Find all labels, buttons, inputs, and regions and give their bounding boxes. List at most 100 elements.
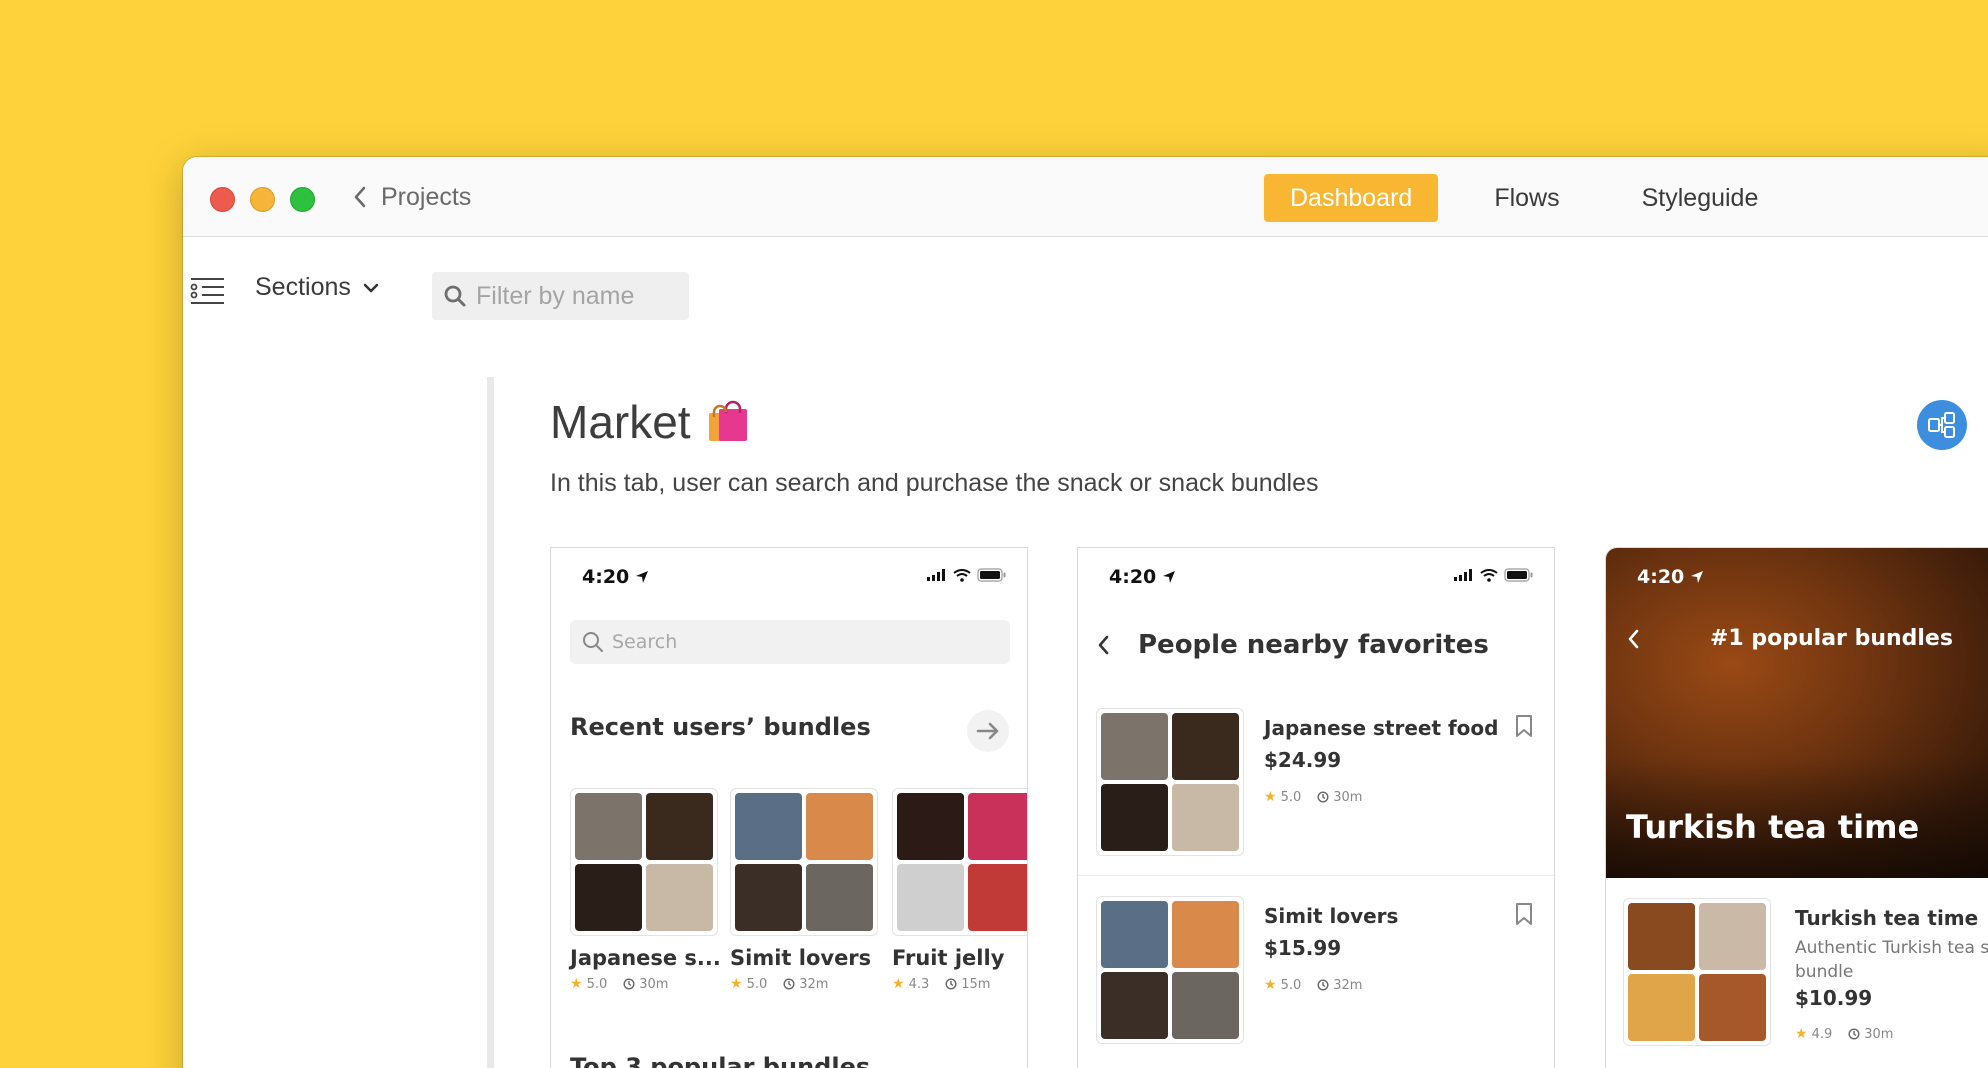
- filter-box: [432, 272, 689, 320]
- screen-search-input[interactable]: [612, 631, 992, 653]
- food-photo: [1628, 974, 1695, 1041]
- bundle-detail-row[interactable]: Turkish tea time Authentic Turkish tea s…: [1623, 898, 1988, 1048]
- location-arrow-icon: [1163, 571, 1176, 583]
- favorite-bundle-row[interactable]: Simit lovers $15.99 ★ 5.0 32m: [1096, 896, 1536, 1046]
- bundle-meta: ★ 5.0 32m: [1264, 977, 1362, 993]
- star-icon: ★: [1264, 789, 1277, 805]
- sections-dropdown[interactable]: Sections: [255, 273, 379, 302]
- food-photo: [735, 793, 802, 860]
- bundle-meta: ★ 5.0 30m: [1264, 789, 1362, 805]
- food-photo: [1172, 713, 1239, 780]
- food-photo: [1628, 903, 1695, 970]
- bundle-meta: ★ 4.9 30m: [1795, 1026, 1893, 1042]
- food-photo: [1101, 901, 1168, 968]
- hero-image: 4:20 #1 popular bundles Turkish tea time: [1606, 548, 1988, 878]
- back-label: Projects: [381, 182, 472, 211]
- status-time-text: 4:20: [1637, 566, 1685, 588]
- minimize-window-button[interactable]: [250, 187, 275, 212]
- hero-title: Turkish tea time: [1626, 808, 1920, 846]
- view-tabs: Dashboard Flows Styleguide: [1264, 174, 1784, 222]
- outline-list-icon[interactable]: [190, 276, 226, 306]
- bundle-thumbnail-grid: [1096, 896, 1244, 1044]
- arrow-right-icon: [976, 722, 999, 740]
- bundle-card[interactable]: Simit lovers ★ 5.0 32m: [730, 788, 880, 992]
- food-photo: [968, 864, 1027, 931]
- bundle-card[interactable]: Fruit jelly ★ 4.3 15m: [892, 788, 1027, 992]
- bundle-name: Japanese street food: [1264, 716, 1499, 740]
- timer-icon: [945, 978, 957, 990]
- screen-market-search[interactable]: 4:20 Recent users’ bundles Japanese s...: [550, 547, 1028, 1068]
- screen-popular-bundle-detail[interactable]: 4:20 #1 popular bundles Turkish tea time…: [1605, 547, 1988, 1068]
- food-photo: [575, 793, 642, 860]
- popular-bundles-heading: Top 3 popular bundles: [570, 1053, 871, 1068]
- food-photo: [575, 864, 642, 931]
- filter-input[interactable]: [476, 281, 666, 311]
- search-icon: [444, 285, 466, 307]
- screen-title: #1 popular bundles: [1710, 626, 1953, 651]
- status-time: 4:20: [1109, 566, 1176, 588]
- status-time-text: 4:20: [582, 566, 630, 588]
- food-photo: [1699, 974, 1766, 1041]
- bundle-name: Fruit jelly: [892, 946, 1005, 970]
- bundle-duration: 30m: [1333, 789, 1363, 805]
- food-photo: [897, 793, 964, 860]
- food-photo: [806, 793, 873, 860]
- status-time-text: 4:20: [1109, 566, 1157, 588]
- flow-map-button[interactable]: [1917, 400, 1967, 450]
- flow-diagram-icon: [1928, 412, 1955, 438]
- bundle-thumbnail-grid: [1623, 898, 1771, 1046]
- food-photo: [1172, 972, 1239, 1039]
- bundle-duration: 30m: [1864, 1026, 1894, 1042]
- tab-flows[interactable]: Flows: [1468, 174, 1585, 222]
- food-photo: [806, 864, 873, 931]
- chevron-left-icon: [354, 186, 366, 208]
- tab-styleguide[interactable]: Styleguide: [1616, 174, 1785, 222]
- row-divider: [1078, 875, 1554, 876]
- food-photo: [1699, 903, 1766, 970]
- bookmark-icon[interactable]: [1514, 902, 1534, 926]
- food-photo: [968, 793, 1027, 860]
- status-indicators: [927, 568, 1007, 582]
- signal-icon: [1454, 569, 1472, 581]
- section-description: In this tab, user can search and purchas…: [550, 469, 1319, 497]
- bundle-name: Simit lovers: [1264, 904, 1399, 928]
- wifi-icon: [953, 568, 971, 582]
- close-window-button[interactable]: [210, 187, 235, 212]
- bundle-price: $10.99: [1795, 986, 1873, 1010]
- food-photo: [1101, 713, 1168, 780]
- food-photo: [897, 864, 964, 931]
- app-window: Projects Dashboard Flows Styleguide Sect…: [183, 157, 1988, 1068]
- bundle-duration: 15m: [961, 976, 991, 992]
- star-icon: ★: [892, 976, 905, 992]
- bundle-meta: ★ 4.3 15m: [892, 976, 1027, 992]
- bundle-rating: 5.0: [1280, 789, 1302, 805]
- bookmark-icon[interactable]: [1514, 714, 1534, 738]
- food-photo: [735, 864, 802, 931]
- tab-dashboard[interactable]: Dashboard: [1264, 174, 1439, 222]
- chevron-left-icon[interactable]: [1096, 634, 1110, 656]
- location-arrow-icon: [1691, 571, 1704, 583]
- search-icon: [583, 632, 603, 652]
- status-time: 4:20: [1637, 566, 1704, 588]
- battery-icon: [977, 568, 1006, 582]
- star-icon: ★: [570, 976, 583, 992]
- shopping-bags-icon: [708, 400, 747, 441]
- screen-nearby-favorites[interactable]: 4:20 People nearby favorites Japanese st…: [1077, 547, 1555, 1068]
- bundle-card[interactable]: Japanese s... ★ 5.0 30m: [570, 788, 721, 992]
- timer-icon: [623, 978, 635, 990]
- screen-search-bar: [570, 620, 1010, 664]
- bundle-meta: ★ 5.0 32m: [730, 976, 880, 992]
- maximize-window-button[interactable]: [290, 187, 315, 212]
- bundle-rating: 5.0: [586, 976, 608, 992]
- toolbar: Sections: [183, 237, 1988, 337]
- title-bar: Projects Dashboard Flows Styleguide: [183, 157, 1988, 237]
- chevron-left-icon[interactable]: [1626, 628, 1640, 650]
- status-indicators: [1454, 568, 1534, 582]
- favorite-bundle-row[interactable]: Japanese street food $24.99 ★ 5.0 30m: [1096, 708, 1536, 858]
- back-to-projects-link[interactable]: Projects: [353, 179, 471, 215]
- bundle-rating: 4.3: [908, 976, 930, 992]
- see-all-button[interactable]: [967, 710, 1009, 752]
- bundle-description: Authentic Turkish tea snack bundle: [1795, 938, 1988, 982]
- section-title-text: Market: [550, 396, 691, 448]
- wifi-icon: [1480, 568, 1498, 582]
